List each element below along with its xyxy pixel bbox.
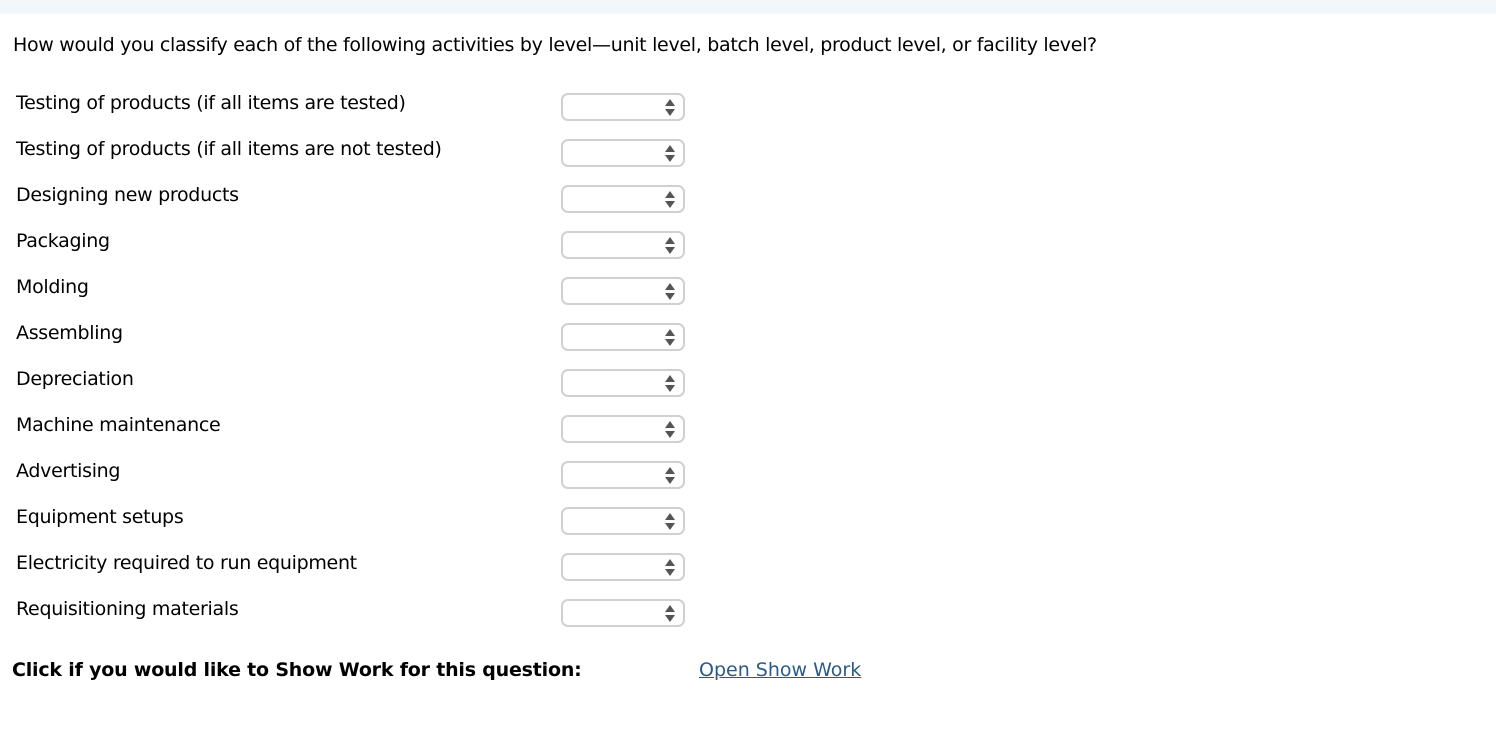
up-down-chevron-icon [665, 467, 675, 485]
up-down-chevron-icon [665, 329, 675, 347]
level-select[interactable] [561, 139, 685, 167]
activity-label: Electricity required to run equipment [16, 552, 357, 574]
activity-label: Equipment setups [16, 506, 184, 528]
activity-row: Testing of products (if all items are te… [16, 90, 716, 136]
activity-row: Advertising [16, 458, 716, 504]
activity-row: Molding [16, 274, 716, 320]
activity-row: Equipment setups [16, 504, 716, 550]
activity-list: Testing of products (if all items are te… [16, 90, 716, 642]
level-select[interactable] [561, 277, 685, 305]
level-select[interactable] [561, 461, 685, 489]
level-select[interactable] [561, 93, 685, 121]
up-down-chevron-icon [665, 283, 675, 301]
question-text: How would you classify each of the follo… [13, 34, 1097, 56]
activity-label: Packaging [16, 230, 110, 252]
up-down-chevron-icon [665, 559, 675, 577]
activity-row: Designing new products [16, 182, 716, 228]
activity-row: Assembling [16, 320, 716, 366]
open-show-work-link[interactable]: Open Show Work [699, 659, 861, 681]
level-select[interactable] [561, 507, 685, 535]
up-down-chevron-icon [665, 605, 675, 623]
up-down-chevron-icon [665, 191, 675, 209]
activity-label: Molding [16, 276, 89, 298]
up-down-chevron-icon [665, 513, 675, 531]
show-work-section: Click if you would like to Show Work for… [12, 659, 861, 681]
level-select[interactable] [561, 599, 685, 627]
activity-label: Designing new products [16, 184, 239, 206]
activity-row: Electricity required to run equipment [16, 550, 716, 596]
level-select[interactable] [561, 415, 685, 443]
activity-row: Testing of products (if all items are no… [16, 136, 716, 182]
activity-row: Depreciation [16, 366, 716, 412]
up-down-chevron-icon [665, 99, 675, 117]
show-work-prompt: Click if you would like to Show Work for… [12, 659, 582, 681]
up-down-chevron-icon [665, 237, 675, 255]
activity-label: Requisitioning materials [16, 598, 239, 620]
activity-label: Testing of products (if all items are te… [16, 92, 406, 114]
activity-label: Testing of products (if all items are no… [16, 138, 442, 160]
activity-label: Depreciation [16, 368, 134, 390]
activity-label: Advertising [16, 460, 121, 482]
activity-row: Machine maintenance [16, 412, 716, 458]
up-down-chevron-icon [665, 375, 675, 393]
activity-row: Packaging [16, 228, 716, 274]
level-select[interactable] [561, 323, 685, 351]
up-down-chevron-icon [665, 421, 675, 439]
activity-label: Assembling [16, 322, 123, 344]
level-select[interactable] [561, 369, 685, 397]
top-bar [0, 0, 1496, 14]
level-select[interactable] [561, 553, 685, 581]
level-select[interactable] [561, 231, 685, 259]
activity-row: Requisitioning materials [16, 596, 716, 642]
activity-label: Machine maintenance [16, 414, 221, 436]
level-select[interactable] [561, 185, 685, 213]
up-down-chevron-icon [665, 145, 675, 163]
